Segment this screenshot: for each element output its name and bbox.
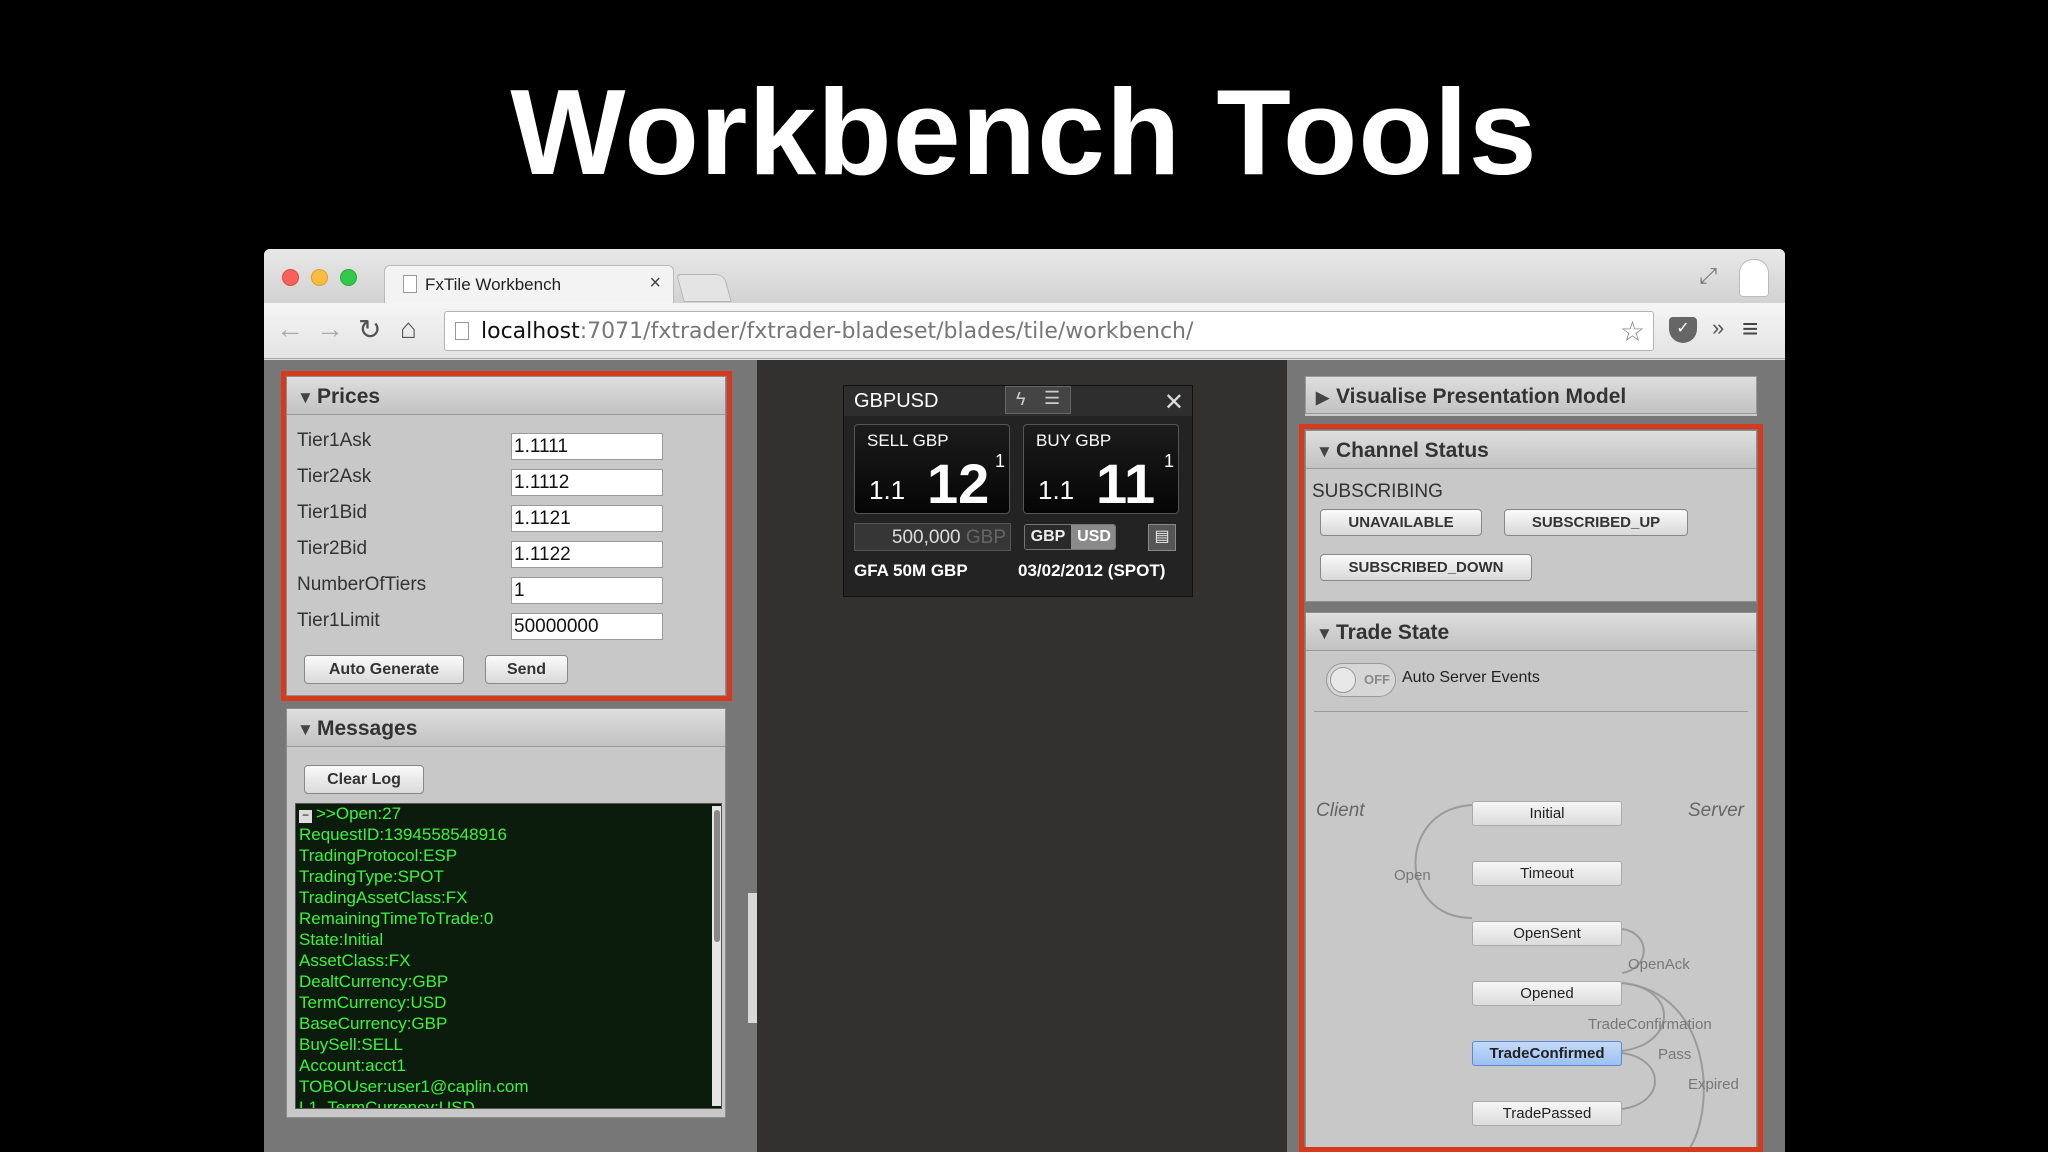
minimize-window-button[interactable] xyxy=(311,269,328,286)
buy-price-button[interactable]: BUY GBP 1.1 11 1 xyxy=(1023,424,1179,515)
reload-icon[interactable]: ↻ xyxy=(358,313,381,346)
sell-price-pips: 12 xyxy=(927,452,990,515)
forward-arrow-icon[interactable]: → xyxy=(316,313,344,345)
log-line: State:Initial xyxy=(299,930,384,949)
log-line: TOBOUser:user1@caplin.com xyxy=(299,1077,529,1096)
ccy-usd-option[interactable]: USD xyxy=(1071,525,1115,549)
log-scrollbar[interactable] xyxy=(712,806,721,1106)
browser-window: FxTile Workbench × ⤢ ← → ↻ ⌂ localhost:7… xyxy=(264,249,1785,1152)
bookmark-star-icon[interactable]: ☆ xyxy=(1620,315,1645,348)
tile-header: GBPUSD ϟ ☰ ✕ xyxy=(844,386,1192,416)
buy-price-prefix: 1.1 xyxy=(1038,475,1075,505)
buy-price-pips: 11 xyxy=(1096,452,1156,515)
buy-side-label: BUY GBP xyxy=(1036,431,1112,450)
home-icon[interactable]: ⌂ xyxy=(400,313,417,345)
tile-limit-text: GFA 50M GBP xyxy=(854,561,968,580)
messages-header[interactable]: ▼ Messages xyxy=(287,709,725,747)
log-line: Account:acct1 xyxy=(299,1056,406,1075)
currency-pair: GBPUSD xyxy=(854,390,939,412)
ladder-icon[interactable]: ☰ xyxy=(1044,388,1060,409)
tab-bar: FxTile Workbench × ⤢ xyxy=(264,249,1785,303)
expand-triangle-icon: ▶ xyxy=(1316,388,1330,407)
log-line: TermCurrency:USD xyxy=(299,993,447,1012)
ticket-icon[interactable]: ▤ xyxy=(1148,524,1176,551)
tile-close-icon[interactable]: ✕ xyxy=(1164,388,1184,417)
menu-icon[interactable]: ≡ xyxy=(1742,313,1758,345)
dealt-currency-toggle[interactable]: GBP USD xyxy=(1024,524,1116,550)
log-line: BuySell:SELL xyxy=(299,1035,403,1054)
url-path: :7071/fxtrader/fxtrader-bladeset/blades/… xyxy=(579,319,1194,344)
new-tab-button[interactable] xyxy=(676,274,732,302)
address-bar[interactable]: localhost:7071/fxtrader/fxtrader-bladese… xyxy=(444,311,1654,351)
visualise-panel: ▶ Visualise Presentation Model xyxy=(1305,376,1757,416)
slide-title: Workbench Tools xyxy=(510,64,1538,200)
pocket-icon[interactable]: ✓ xyxy=(1669,317,1697,343)
scrollbar-thumb[interactable] xyxy=(714,810,720,942)
tile-settlement-date: 03/02/2012 (SPOT) xyxy=(1018,561,1166,580)
url-text[interactable]: localhost:7071/fxtrader/fxtrader-bladese… xyxy=(481,319,1193,344)
tab-title: FxTile Workbench xyxy=(425,275,562,294)
prices-highlight-box xyxy=(281,371,732,701)
fx-tile: GBPUSD ϟ ☰ ✕ SELL GBP 1.1 12 1 BUY GBP 1… xyxy=(843,385,1193,597)
log-line: TradingProtocol:ESP xyxy=(299,846,458,865)
log-line: L1_TermCurrency:USD xyxy=(299,1098,475,1109)
log-line: DealtCurrency:GBP xyxy=(299,972,449,991)
page-icon xyxy=(403,275,417,293)
ccy-gbp-option[interactable]: GBP xyxy=(1025,525,1071,549)
sell-price-fraction: 1 xyxy=(995,451,1006,471)
visualise-title: Visualise Presentation Model xyxy=(1336,385,1627,408)
amount-value: 500,000 xyxy=(891,527,961,548)
zoom-window-button[interactable] xyxy=(340,269,357,286)
log-line: RemainingTimeToTrade:0 xyxy=(299,909,494,928)
close-window-button[interactable] xyxy=(282,269,299,286)
amount-currency: GBP xyxy=(965,527,1006,548)
log-line: AssetClass:FX xyxy=(299,951,411,970)
right-column: ▶ Visualise Presentation Model ▼ Channel S… xyxy=(1287,360,1785,1152)
back-arrow-icon[interactable]: ← xyxy=(276,313,304,345)
buy-price-fraction: 1 xyxy=(1164,451,1175,471)
log-line: − >>Open:27 xyxy=(296,804,721,825)
log-text: >>Open:27 xyxy=(316,804,402,823)
lightning-icon[interactable]: ϟ xyxy=(1016,389,1026,410)
sell-side-label: SELL GBP xyxy=(867,431,949,450)
log-collapse-icon[interactable]: − xyxy=(299,809,312,823)
log-line: TradingAssetClass:FX xyxy=(299,888,468,907)
log-line: BaseCurrency:GBP xyxy=(299,1014,448,1033)
sell-price-prefix: 1.1 xyxy=(869,475,906,505)
url-host: localhost xyxy=(481,319,580,344)
collapse-triangle-icon: ▼ xyxy=(297,720,314,739)
log-line: RequestID:1394558548916 xyxy=(299,825,507,844)
center-column: GBPUSD ϟ ☰ ✕ SELL GBP 1.1 12 1 BUY GBP 1… xyxy=(757,360,1287,1152)
browser-toolbar: ← → ↻ ⌂ localhost:7071/fxtrader/fxtrader… xyxy=(264,303,1785,359)
message-log[interactable]: − >>Open:27 RequestID:1394558548916 Tradi… xyxy=(295,803,722,1109)
clear-log-button[interactable]: Clear Log xyxy=(304,765,424,794)
messages-title: Messages xyxy=(317,717,418,740)
left-column: ▼Prices Tier1Ask Tier2Ask Tier1Bid Tier2… xyxy=(264,360,757,1152)
tile-mode-switch[interactable]: ϟ ☰ xyxy=(1005,386,1071,414)
more-extensions-icon[interactable]: » xyxy=(1712,315,1724,341)
channel-trade-highlight-box xyxy=(1299,424,1763,1152)
messages-panel: ▼ Messages Clear Log − >>Open:27 RequestID… xyxy=(286,708,726,1118)
fullscreen-icon[interactable]: ⤢ xyxy=(1699,263,1717,289)
tab-fxtile-workbench[interactable]: FxTile Workbench × xyxy=(384,265,674,303)
amount-input[interactable]: 500,000 GBP xyxy=(854,523,1011,551)
page-icon xyxy=(455,322,469,340)
tab-close-icon[interactable]: × xyxy=(649,272,661,295)
profile-icon[interactable] xyxy=(1739,259,1769,297)
visualise-header[interactable]: ▶ Visualise Presentation Model xyxy=(1305,376,1757,414)
log-line: TradingType:SPOT xyxy=(299,867,444,886)
page-content: ▼Prices Tier1Ask Tier2Ask Tier1Bid Tier2… xyxy=(264,360,1785,1152)
sell-price-button[interactable]: SELL GBP 1.1 12 1 xyxy=(854,424,1010,515)
